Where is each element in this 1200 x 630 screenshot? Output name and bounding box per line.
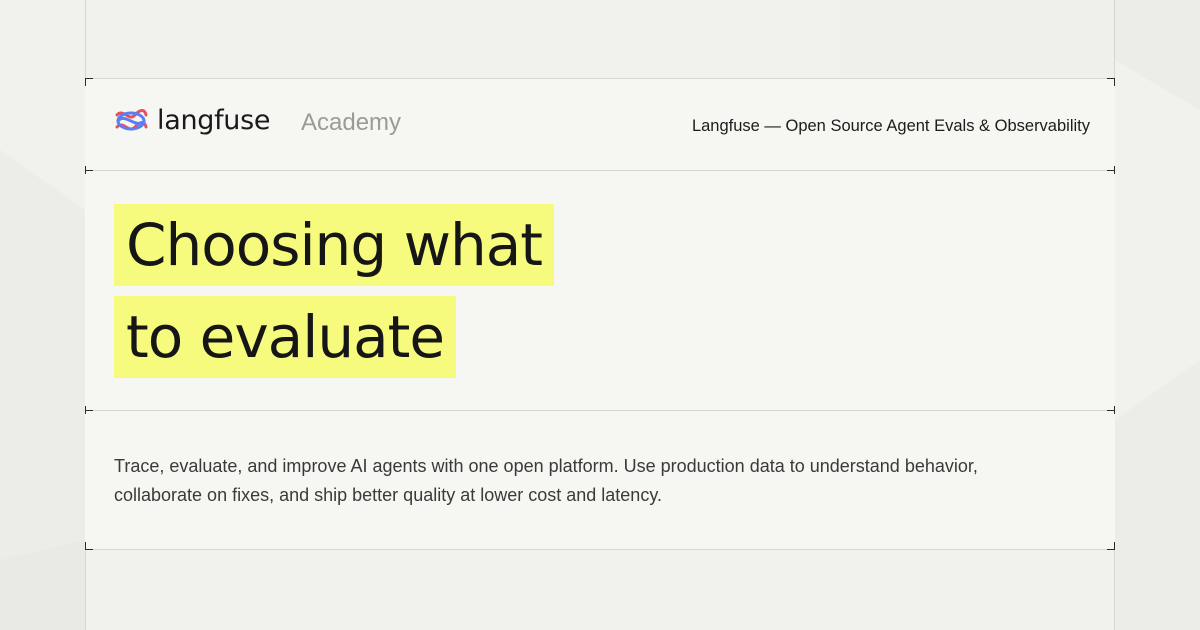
section-label: Academy xyxy=(301,109,402,136)
langfuse-logo[interactable]: langfuse xyxy=(113,105,271,136)
header-divider xyxy=(85,170,1115,171)
tagline: Langfuse — Open Source Agent Evals & Obs… xyxy=(691,117,1090,135)
headline-line-2: to evaluate xyxy=(114,296,457,378)
logo-wordmark: langfuse xyxy=(157,105,271,136)
headline-divider xyxy=(85,410,1115,411)
headline-line-1: Choosing what xyxy=(114,204,555,286)
langfuse-knot-icon xyxy=(115,109,148,131)
description-text: Trace, evaluate, and improve AI agents w… xyxy=(114,456,978,505)
